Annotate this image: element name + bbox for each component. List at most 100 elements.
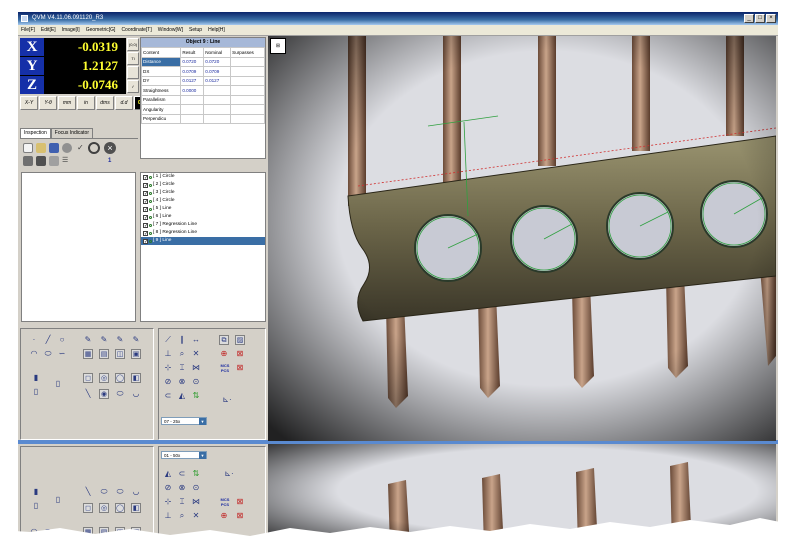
intersect-icon[interactable]: ✕: [191, 349, 201, 359]
line-pen-icon[interactable]: ✎: [99, 335, 109, 345]
check-mark-icon[interactable]: ✓: [77, 143, 87, 153]
oval-icon[interactable]: ⬭: [115, 487, 125, 497]
midpoint-icon[interactable]: ⊹: [163, 363, 173, 373]
edge-pen-icon[interactable]: ✎: [83, 335, 93, 345]
fill-icon[interactable]: ◭: [177, 391, 187, 401]
row-label[interactable]: Parallelism: [140, 94, 182, 105]
feature-checkbox[interactable]: ✓: [143, 230, 148, 236]
origin-icon[interactable]: ⊕: [219, 511, 229, 521]
reset-coordinate-icon[interactable]: ⊠: [235, 363, 245, 373]
save-icon[interactable]: [49, 143, 59, 153]
image-icon[interactable]: ▨: [235, 335, 245, 345]
menu-help[interactable]: Help[H]: [208, 27, 225, 33]
oval-icon[interactable]: ⬭: [115, 389, 125, 399]
zoom-icon[interactable]: ⌕: [177, 511, 187, 521]
circle-tool-icon[interactable]: ○: [57, 335, 67, 345]
perpendicular-icon[interactable]: ⊥: [163, 511, 173, 521]
lamp-icon[interactable]: ▯: [31, 501, 41, 511]
reset-coordinate-icon[interactable]: ⊠: [235, 497, 245, 507]
tangent-icon[interactable]: ⊗: [177, 483, 187, 493]
camera-icon[interactable]: ▮: [31, 373, 41, 383]
camera-view-lower[interactable]: [268, 444, 776, 548]
maximize-button[interactable]: □: [755, 14, 765, 23]
box-line-icon[interactable]: ▤: [99, 527, 109, 537]
magnet-icon[interactable]: ⊂: [177, 469, 187, 479]
row-label[interactable]: Straightness: [140, 85, 182, 96]
swap-arrows-icon[interactable]: ⇅: [191, 469, 201, 479]
feature-checkbox[interactable]: ✓: [143, 198, 148, 204]
mcs-pcs-button[interactable]: MCS PCS: [217, 497, 233, 507]
box-edge-icon[interactable]: ▦: [83, 349, 93, 359]
menu-geometric[interactable]: Geometric[G]: [86, 27, 116, 33]
delete-icon[interactable]: ×: [104, 142, 116, 154]
row-nominal[interactable]: 0.0709: [203, 66, 232, 77]
feature-list-item[interactable]: ✓ [ 2 ] Circle: [141, 181, 265, 189]
inch-unit-button[interactable]: in: [77, 96, 95, 110]
menu-edit[interactable]: Edit[E]: [41, 27, 56, 33]
menu-setup[interactable]: Setup: [189, 27, 202, 33]
row-label[interactable]: DX: [140, 66, 182, 77]
point-tool-icon[interactable]: ·: [29, 335, 39, 345]
concentric-icon[interactable]: ⊘: [163, 377, 173, 387]
menu-window[interactable]: Window[W]: [158, 27, 183, 33]
row-label[interactable]: Perpendicu: [140, 113, 182, 124]
corner-edge-icon[interactable]: ◧: [131, 373, 141, 383]
bisector-icon[interactable]: ⌶: [177, 497, 187, 507]
feature-list-item[interactable]: ✓ [ 3 ] Circle: [141, 189, 265, 197]
probe-icon[interactable]: [62, 143, 72, 153]
zoom-icon[interactable]: ⌕: [177, 349, 187, 359]
open-arc-icon[interactable]: ◡: [131, 487, 141, 497]
row-nominal[interactable]: [203, 94, 232, 105]
view-mode-badge[interactable]: ⊞: [270, 38, 286, 54]
probe-pin-icon[interactable]: ▯: [53, 495, 63, 505]
feature-checkbox[interactable]: ✓: [143, 222, 148, 228]
feature-list-item[interactable]: ✓ [ 4 ] Circle: [141, 197, 265, 205]
corner-edge-icon[interactable]: ◧: [131, 503, 141, 513]
feature-checkbox[interactable]: ✓: [143, 174, 148, 180]
row-nominal[interactable]: [203, 104, 232, 115]
ellipse-tool-icon[interactable]: ⬭: [43, 527, 53, 537]
arc-tool-icon[interactable]: ◠: [29, 349, 39, 359]
feature-checkbox[interactable]: ✓: [143, 190, 148, 196]
feature-checkbox[interactable]: ✓: [143, 214, 148, 220]
feature-list[interactable]: ✓[ 1 ] Circle ✓[ 2 ] Circle ✓[ 3 ] Circle ✓…: [140, 172, 266, 322]
symmetry-icon[interactable]: ⋈: [191, 363, 201, 373]
distance-icon[interactable]: ↔: [191, 335, 201, 345]
round-edge-icon[interactable]: ◯: [115, 503, 125, 513]
arc-measure-icon[interactable]: ⊙: [191, 483, 201, 493]
open-folder-icon[interactable]: [36, 143, 46, 153]
origin-icon[interactable]: ⊕: [219, 349, 229, 359]
menu-coordinate[interactable]: Coordinate[T]: [121, 27, 151, 33]
diagonal-line-icon[interactable]: ╲: [83, 389, 93, 399]
midpoint-icon[interactable]: ⊹: [163, 497, 173, 507]
feature-checkbox[interactable]: ✓: [143, 182, 148, 188]
symmetry-icon[interactable]: ⋈: [191, 497, 201, 507]
row-nominal[interactable]: [203, 85, 232, 96]
table-icon[interactable]: [49, 156, 59, 166]
feature-list-item[interactable]: ✓ [ 9 ] Line: [141, 237, 265, 245]
axis-icon[interactable]: ⊾·: [219, 469, 239, 479]
feature-list-item[interactable]: ✓ [ 1 ] Circle: [141, 173, 265, 181]
round-edge-icon[interactable]: ◯: [115, 373, 125, 383]
program-step-list[interactable]: [21, 172, 136, 322]
row-nominal[interactable]: [203, 113, 232, 124]
arc-tool-icon[interactable]: ◠: [29, 527, 39, 537]
box-edge-icon[interactable]: ▦: [83, 527, 93, 537]
square-edge-icon[interactable]: ◻: [83, 503, 93, 513]
box-circle-icon[interactable]: ◫: [115, 349, 125, 359]
grid-icon[interactable]: [23, 156, 33, 166]
row-nominal[interactable]: 0.0127: [203, 75, 232, 86]
check-button[interactable]: ✓: [127, 80, 139, 93]
camera-view[interactable]: ⊞: [268, 36, 776, 441]
open-arc-icon[interactable]: ◡: [131, 389, 141, 399]
feature-list-item[interactable]: ✓ [ 6 ] Line: [141, 213, 265, 221]
parallel-icon[interactable]: ∥: [177, 335, 187, 345]
close-button[interactable]: ×: [766, 14, 776, 23]
circle-pen-icon[interactable]: ✎: [115, 335, 125, 345]
ti-button[interactable]: Ti: [127, 52, 139, 65]
tab-inspection[interactable]: Inspection: [20, 128, 51, 138]
box-contour-icon[interactable]: ▣: [131, 527, 141, 537]
magnification-combo[interactable]: 07 - 25x ▼: [161, 417, 207, 425]
bisector-icon[interactable]: ⌶: [177, 363, 187, 373]
decimal-degree-button[interactable]: d.d: [115, 96, 133, 110]
